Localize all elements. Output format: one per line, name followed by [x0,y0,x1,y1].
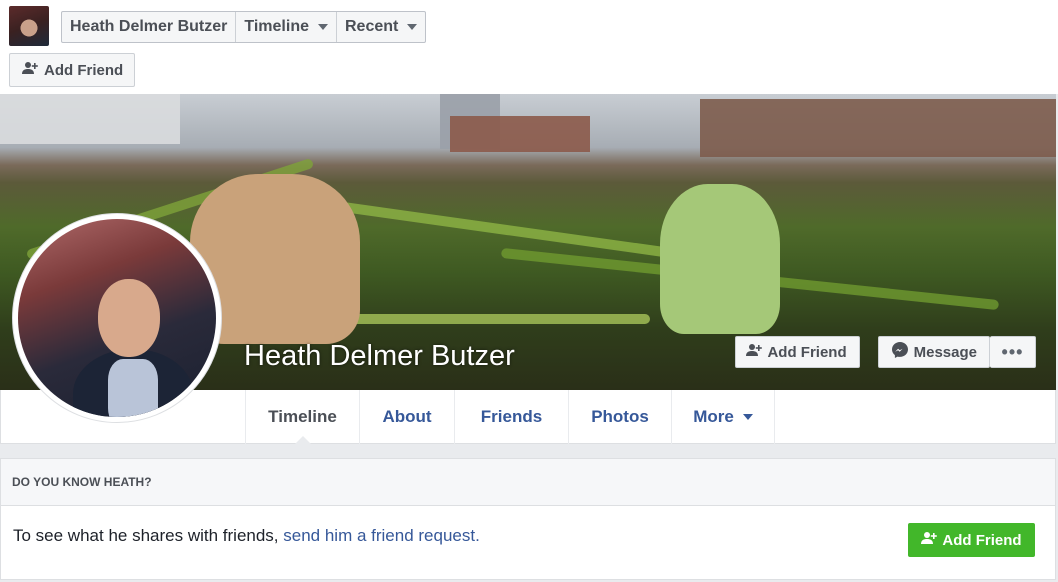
breadcrumb-recent[interactable]: Recent [337,12,425,42]
add-friend-icon [921,531,938,549]
know-panel: DO YOU KNOW HEATH? To see what he shares… [0,458,1056,580]
message-button[interactable]: Message [877,336,990,368]
know-text: To see what he shares with friends, send… [13,526,480,545]
top-bar: Heath Delmer Butzer Timeline Recent Add … [0,0,1058,94]
caret-down-icon [318,24,328,30]
cover-actions: Add Friend Message ••• [735,336,1036,368]
friend-request-link[interactable]: send him a friend request. [283,526,480,545]
tab-about[interactable]: About [359,390,454,444]
breadcrumb-timeline[interactable]: Timeline [236,12,337,42]
cover-name: Heath Delmer Butzer [244,340,515,372]
more-options-button[interactable]: ••• [990,336,1036,368]
tab-more[interactable]: More [671,390,775,444]
breadcrumb-name[interactable]: Heath Delmer Butzer [62,12,237,42]
messenger-icon [891,341,909,363]
tab-photos[interactable]: Photos [568,390,671,444]
caret-down-icon [407,24,418,30]
caret-down-icon [742,414,753,420]
breadcrumb: Heath Delmer Butzer Timeline Recent [61,11,427,43]
cover-add-friend-button[interactable]: Add Friend [735,336,860,368]
add-friend-button[interactable]: Add Friend [9,53,135,87]
profile-tabs: Timeline About Friends Photos More [245,390,775,445]
add-friend-icon [746,343,763,361]
add-friend-primary-button[interactable]: Add Friend [908,523,1035,557]
message-group: Message ••• [877,336,1036,368]
profile-picture[interactable] [12,213,222,423]
avatar[interactable] [9,6,49,46]
add-friend-icon [22,61,38,79]
tab-timeline[interactable]: Timeline [245,390,359,445]
tab-friends[interactable]: Friends [454,390,568,444]
know-heading: DO YOU KNOW HEATH? [1,459,1055,506]
